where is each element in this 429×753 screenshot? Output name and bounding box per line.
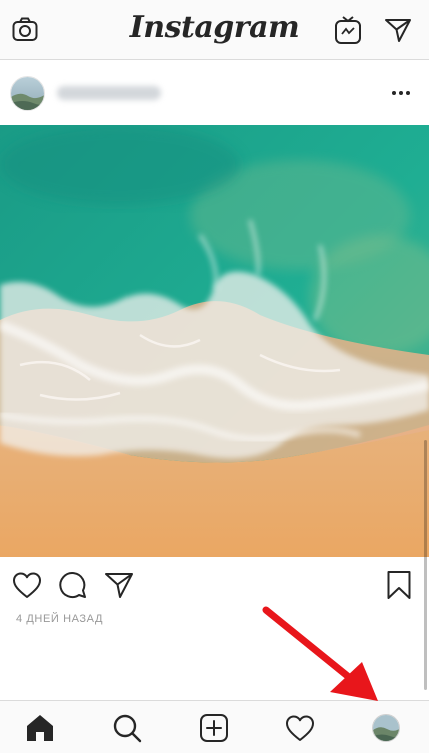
igtv-icon[interactable]: [333, 15, 363, 45]
scrollbar[interactable]: [424, 440, 427, 690]
profile-avatar[interactable]: [369, 711, 403, 745]
more-options-icon[interactable]: [389, 84, 413, 102]
post-author-avatar[interactable]: [10, 76, 45, 111]
save-icon[interactable]: [384, 570, 414, 600]
post-header: username_hidden: [0, 60, 429, 126]
new-post-icon[interactable]: [197, 711, 231, 745]
app-logo: Instagram: [129, 10, 300, 45]
profile-avatar-image: [372, 714, 400, 742]
activity-icon[interactable]: [283, 711, 317, 745]
comment-icon[interactable]: [58, 570, 88, 600]
like-icon[interactable]: [12, 570, 42, 600]
post-actions: [0, 557, 429, 607]
post-timestamp: 4 ДНЕЙ НАЗАД: [16, 613, 104, 625]
search-icon[interactable]: [110, 711, 144, 745]
post-author-username[interactable]: username_hidden: [57, 86, 161, 100]
post-image[interactable]: [0, 125, 429, 557]
share-icon[interactable]: [104, 570, 134, 600]
bottom-nav: [0, 700, 429, 753]
home-icon[interactable]: [23, 711, 57, 745]
direct-message-icon[interactable]: [383, 15, 413, 45]
top-bar: Instagram: [0, 0, 429, 60]
